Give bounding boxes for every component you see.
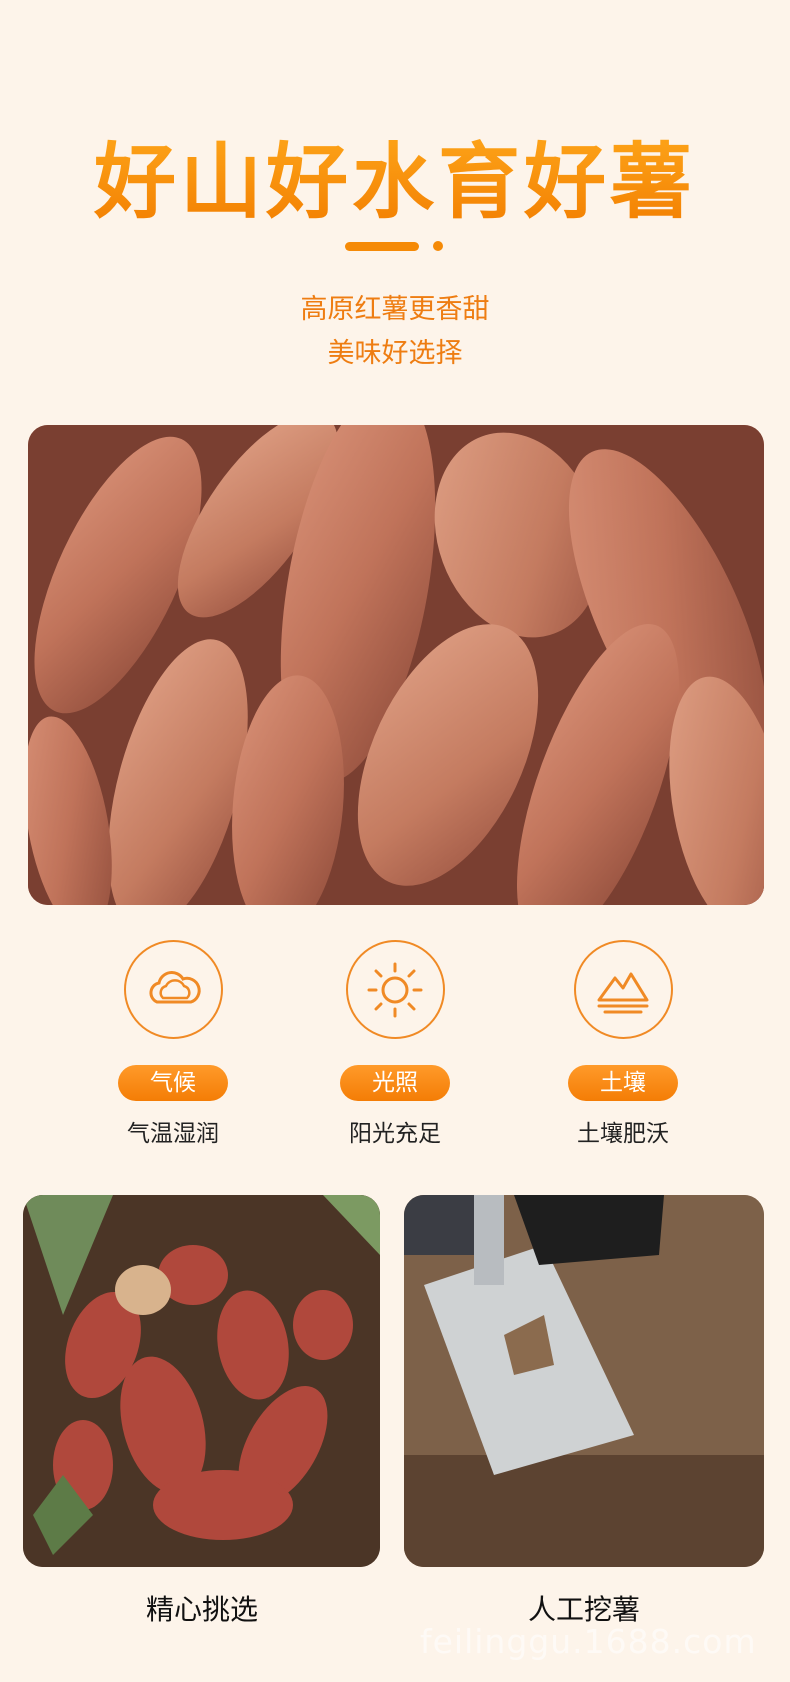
cloud-icon	[149, 970, 201, 1003]
soil-ring	[573, 940, 673, 1039]
feature-soil: 土壤 土壤肥沃	[523, 940, 723, 1148]
sun-icon	[367, 962, 423, 1017]
feature-sunlight: 光照 阳光充足	[295, 940, 495, 1148]
feature-label-climate: 气候	[118, 1065, 228, 1101]
page-title: 好山好水育好薯	[0, 115, 790, 234]
feature-label-soil: 土壤	[568, 1065, 678, 1101]
climate-ring	[123, 940, 223, 1039]
mountain-icon	[597, 972, 649, 1013]
feature-label-sunlight: 光照	[340, 1065, 450, 1101]
sunlight-ring	[345, 940, 445, 1039]
title-underline-dot	[433, 241, 443, 251]
feature-desc-climate: 气温湿润	[127, 1121, 219, 1147]
digging-shovel-image	[404, 1195, 764, 1567]
feature-desc-sunlight: 阳光充足	[349, 1121, 441, 1147]
gallery-caption-select: 精心挑选	[145, 1593, 258, 1626]
feature-climate: 气候 气温湿润	[73, 940, 273, 1148]
harvested-sweet-potatoes-image	[23, 1195, 380, 1567]
subtitle-line-2: 美味好选择	[327, 338, 463, 369]
feature-desc-soil: 土壤肥沃	[577, 1121, 669, 1147]
title-underline	[345, 242, 419, 251]
sweet-potato-pile-image	[28, 425, 764, 905]
watermark: feilinggu.1688.com	[420, 1622, 757, 1661]
subtitle-line-1: 高原红薯更香甜	[300, 294, 490, 325]
